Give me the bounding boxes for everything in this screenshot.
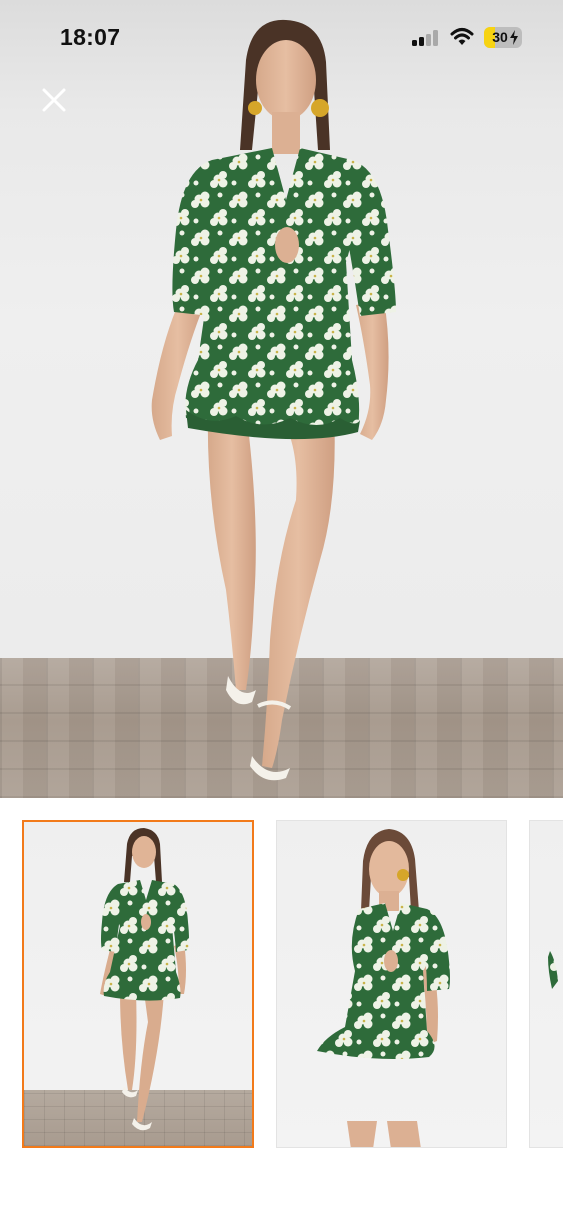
wifi-icon xyxy=(450,28,474,45)
thumbnail-front-closeup[interactable] xyxy=(276,820,507,1148)
cellular-signal-icon xyxy=(412,30,440,46)
thumbnail-image xyxy=(317,829,450,1147)
status-time: 18:07 xyxy=(60,24,121,50)
product-image-viewer: 18:07 30 xyxy=(0,0,563,1219)
model-figure xyxy=(151,19,396,781)
close-icon xyxy=(42,88,66,112)
status-bar: 18:07 30 xyxy=(0,0,563,74)
main-product-image[interactable] xyxy=(0,0,563,798)
thumbnail-image xyxy=(548,951,558,989)
thumbnail-image xyxy=(100,828,189,1131)
thumbnail-strip[interactable] xyxy=(0,820,563,1150)
thumbnail-front-full[interactable] xyxy=(22,820,254,1148)
close-button[interactable] xyxy=(38,84,70,116)
battery-charging-icon: 30 xyxy=(484,27,522,48)
charging-bolt-icon xyxy=(510,30,518,45)
thumbnail-partial[interactable] xyxy=(529,820,563,1148)
